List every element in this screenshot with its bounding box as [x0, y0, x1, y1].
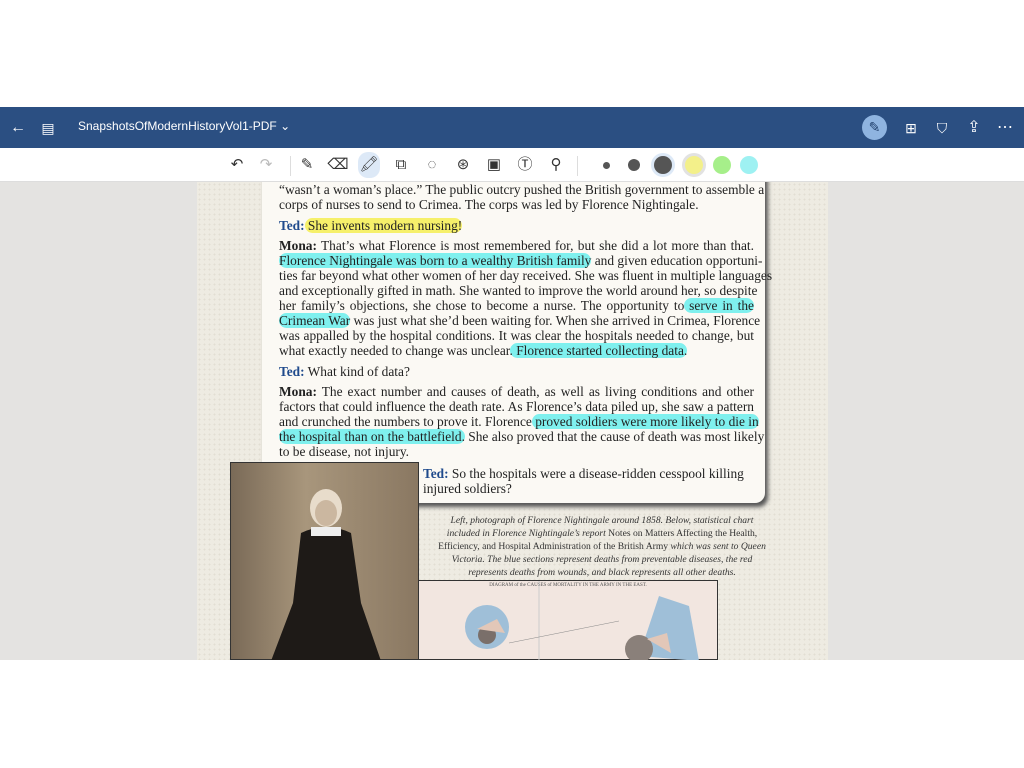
text-line: and crunched the numbers to prove it. Fl… — [279, 414, 759, 429]
bookmark-icon[interactable]: ⛉ — [931, 118, 953, 138]
text-line: her family’s objections, she chose to be… — [279, 298, 754, 313]
add-page-icon[interactable]: ⊞ — [900, 118, 922, 138]
text-span: her family’s objections, she chose to be… — [279, 298, 685, 313]
figure-caption: Left, photograph of Florence Nightingale… — [437, 514, 767, 579]
shapes-icon[interactable]: ⧉ — [390, 155, 412, 175]
document-viewport[interactable]: “wasn’t a woman’s place.” The public out… — [0, 182, 1024, 660]
redo-icon[interactable]: ↷ — [255, 155, 277, 175]
text-line: corps of nurses to send to Crimea. The c… — [279, 197, 754, 212]
highlight-annotation[interactable]: proved soldiers were more likely to die … — [531, 414, 759, 429]
text-line: factors that could influence the death r… — [279, 399, 754, 414]
text-span: and exceptionally gifted in math. She wa… — [279, 283, 758, 298]
text-span: She also proved that the cause of death … — [464, 429, 765, 444]
text-line: to be disease, not injury. — [279, 444, 754, 459]
color-yellow[interactable] — [682, 153, 706, 177]
text-span: what exactly needed to change was unclea… — [279, 343, 510, 358]
highlighter-icon[interactable]: 🖍 — [358, 152, 380, 178]
highlight-annotation[interactable]: She invents modern nursing! — [304, 217, 463, 233]
undo-icon[interactable]: ↶ — [226, 155, 248, 175]
ted-question: Ted: So the hospitals were a disease-rid… — [423, 466, 744, 496]
text-span: and crunched the numbers to prove it. Fl… — [279, 414, 532, 429]
text-span: corps of nurses to send to Crimea. The c… — [279, 197, 699, 212]
lasso-icon[interactable]: ◌ — [421, 155, 443, 175]
annotation-toolbar: ↶ ↷ ✎ ⌫ 🖍 ⧉ ◌ ⊛ ▣ Ⓣ ⚲ — [0, 148, 1024, 182]
stroke-size-small[interactable] — [603, 162, 610, 169]
pdf-page: “wasn’t a woman’s place.” The public out… — [197, 182, 828, 660]
speaker-label: Ted: — [279, 363, 305, 379]
stroke-size-medium[interactable] — [628, 159, 640, 171]
share-icon[interactable]: ⇪ — [963, 118, 985, 138]
color-cyan[interactable] — [740, 156, 758, 174]
text-line: the hospital than on the battlefield. Sh… — [279, 429, 764, 444]
text-line: Ted: She invents modern nursing! — [279, 217, 754, 233]
text-span: “wasn’t a woman’s place.” The public out… — [279, 182, 765, 197]
florence-nightingale-photo — [230, 462, 419, 660]
highlight-annotation[interactable]: the hospital than on the battlefield. — [279, 429, 465, 444]
text-span: and given education opportuni- — [591, 253, 763, 268]
text-line: Mona: That’s what Florence is most remem… — [279, 238, 754, 253]
text-span: was appalled by the hospital conditions.… — [279, 328, 754, 343]
speaker-label: Ted: — [279, 217, 305, 233]
divider — [577, 156, 578, 176]
color-green[interactable] — [713, 156, 731, 174]
pen-mode-icon[interactable]: ✎ — [862, 115, 887, 140]
divider — [290, 156, 291, 176]
highlight-annotation[interactable]: serve in the — [684, 298, 754, 313]
more-icon[interactable]: ⋯ — [994, 118, 1016, 138]
text-line: was appalled by the hospital conditions.… — [279, 328, 754, 343]
speaker-label: Mona: — [279, 238, 317, 253]
back-arrow-icon[interactable]: ← — [7, 118, 29, 138]
text-line: Mona: The exact number and causes of dea… — [279, 384, 754, 399]
image-icon[interactable]: ▣ — [483, 155, 505, 175]
chevron-down-icon: ⌄ — [280, 119, 291, 133]
text-line: what exactly needed to change was unclea… — [279, 343, 754, 358]
text-line: Ted: What kind of data? — [279, 364, 754, 379]
text-span: The exact number and causes of death, as… — [316, 384, 754, 399]
text-box-icon[interactable]: Ⓣ — [514, 155, 536, 175]
text-span: That’s what Florence is most remembered … — [316, 238, 754, 253]
laser-pointer-icon[interactable]: ⚲ — [545, 155, 567, 175]
document-title[interactable]: SnapshotsOfModernHistoryVol1-PDF ⌄ — [78, 119, 290, 133]
text-span: was just what she’d been waiting for. Wh… — [350, 313, 761, 328]
text-span: ties far beyond what other women of her … — [279, 268, 773, 283]
text-line: “wasn’t a woman’s place.” The public out… — [279, 182, 764, 197]
speaker-label: Mona: — [279, 384, 317, 399]
pen-icon[interactable]: ✎ — [296, 155, 318, 175]
mortality-diagram-image: DIAGRAM of the CAUSES of MORTALITY IN TH… — [418, 580, 718, 660]
page-text: “wasn’t a woman’s place.” The public out… — [279, 182, 772, 459]
sidebar-icon[interactable]: ▤ — [37, 118, 59, 138]
stroke-size-large[interactable] — [651, 153, 675, 177]
highlight-annotation[interactable]: Crimean War — [279, 313, 351, 328]
text-line: Crimean War was just what she’d been wai… — [279, 313, 760, 328]
app-header: ← ▤ SnapshotsOfModernHistoryVol1-PDF ⌄ ✎… — [0, 107, 1024, 148]
text-span: What kind of data? — [304, 363, 410, 379]
highlight-annotation[interactable]: . Florence started collecting data. — [509, 343, 688, 358]
eraser-icon[interactable]: ⌫ — [327, 155, 349, 175]
text-span: to be disease, not injury. — [279, 444, 410, 459]
text-span: factors that could influence the death r… — [279, 399, 754, 414]
text-line: and exceptionally gifted in math. She wa… — [279, 283, 758, 298]
sticker-icon[interactable]: ⊛ — [452, 155, 474, 175]
highlight-annotation[interactable]: Florence Nightingale was born to a wealt… — [279, 253, 592, 268]
text-line: Florence Nightingale was born to a wealt… — [279, 253, 762, 268]
text-line: ties far beyond what other women of her … — [279, 268, 772, 283]
